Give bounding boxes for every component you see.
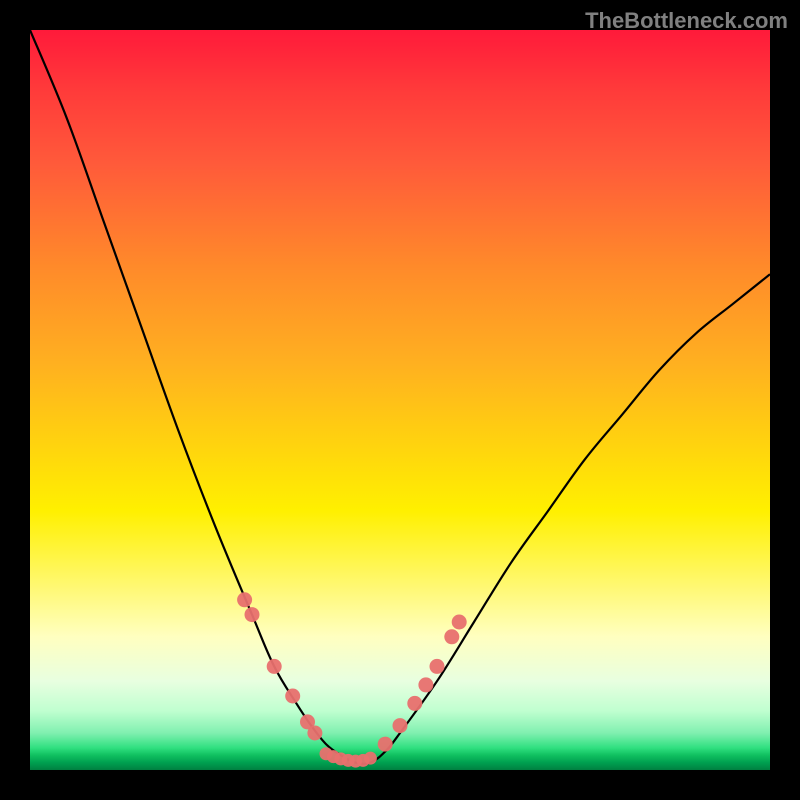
curve-marker	[430, 659, 445, 674]
curve-marker	[393, 718, 408, 733]
markers-left	[237, 592, 322, 740]
bottleneck-curve	[30, 30, 770, 764]
curve-marker	[267, 659, 282, 674]
markers-right	[378, 615, 467, 752]
markers-bottom	[320, 747, 377, 767]
plot-area	[30, 30, 770, 770]
curve-marker	[285, 689, 300, 704]
curve-marker	[444, 629, 459, 644]
curve-marker	[407, 696, 422, 711]
curve-marker	[452, 615, 467, 630]
chart-frame: TheBottleneck.com	[0, 0, 800, 800]
curve-marker	[364, 752, 377, 765]
curve-marker	[245, 607, 260, 622]
bottleneck-curve-svg	[30, 30, 770, 770]
curve-marker	[418, 677, 433, 692]
curve-marker	[307, 726, 322, 741]
curve-marker	[237, 592, 252, 607]
watermark-text: TheBottleneck.com	[585, 8, 788, 34]
curve-marker	[378, 737, 393, 752]
